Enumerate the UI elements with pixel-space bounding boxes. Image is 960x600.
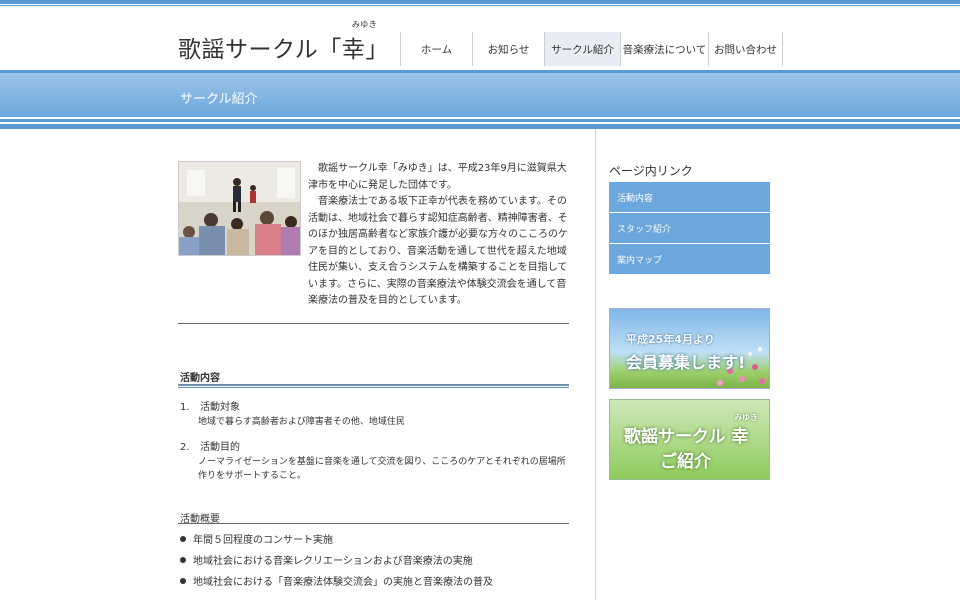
banner-circle-intro: ご紹介 xyxy=(660,452,711,472)
activity-item: 2. 活動目的 ノーマライゼーションを基盤に音楽を通して交流を図り、こころのケアと… xyxy=(180,441,570,483)
bullet-icon xyxy=(180,578,186,584)
nav-contact[interactable]: お問い合わせ xyxy=(708,32,783,66)
site-title-ruby: みゆき xyxy=(351,20,378,29)
top-stripe-thick xyxy=(0,0,960,4)
activity-item-number: 1. xyxy=(180,402,190,413)
circle-intro-banner[interactable]: みゆき 歌謡サークル 幸 ご紹介 xyxy=(609,399,770,480)
activity-item-head: 2. 活動目的 xyxy=(180,441,570,455)
concert-photo xyxy=(178,161,301,256)
sidebar-link-label: 案内マップ xyxy=(617,255,663,266)
nav-music-therapy[interactable]: 音楽療法について xyxy=(620,32,708,66)
concert-photo-image xyxy=(179,162,300,255)
band-bottom-line-thick xyxy=(0,124,960,129)
summary-item-text: 地域社会における音楽レクリエーションおよび音楽療法の実施 xyxy=(193,556,473,567)
member-recruit-banner[interactable]: 平成25年4月より 会員募集します! xyxy=(609,308,770,389)
banner-recruit-date: 平成25年4月より xyxy=(626,333,715,346)
activity-item-number: 2. xyxy=(180,442,190,453)
activity-item-head: 1. 活動対象 xyxy=(180,401,570,415)
intro-para-2: 音楽療法士である坂下正幸が代表を務めています。その活動は、地域社会で暮らす認知症… xyxy=(308,196,568,306)
activity-item-title: 活動対象 xyxy=(200,402,240,413)
summary-item: 地域社会における「音楽療法体験交流会」の実施と音楽療法の普及 xyxy=(180,576,580,590)
nav-circle-intro[interactable]: サークル紹介 xyxy=(544,32,620,66)
intro-para-1: 歌謡サークル幸「みゆき」は、平成23年9月に滋賀県大津市を中心に発足した団体です… xyxy=(308,163,567,191)
sidebar-link-label: スタッフ紹介 xyxy=(617,224,672,235)
activity-item-desc: 地域で暮らす高齢者および障害者その他、地域住民 xyxy=(198,417,405,427)
intro-text: 歌謡サークル幸「みゆき」は、平成23年9月に滋賀県大津市を中心に発足した団体です… xyxy=(308,161,570,310)
banner-circle-name: 歌謡サークル 幸 xyxy=(624,427,749,447)
activity-item: 1. 活動対象 地域で暮らす高齢者および障害者その他、地域住民 xyxy=(180,401,570,429)
column-divider xyxy=(595,129,596,600)
nav-news-label: お知らせ xyxy=(487,43,530,56)
activity-item-desc: ノーマライゼーションを基盤に音楽を通して交流を図り、こころのケアとそれぞれの居場… xyxy=(198,457,566,481)
summary-item: 地域社会における音楽レクリエーションおよび音楽療法の実施 xyxy=(180,555,580,569)
sidebar-link-activity[interactable]: 活動内容 xyxy=(609,182,770,213)
nav-circle-intro-label: サークル紹介 xyxy=(551,43,614,56)
banner-recruit-text: 会員募集します! xyxy=(626,353,746,372)
nav-contact-label: お問い合わせ xyxy=(714,43,777,56)
top-stripe xyxy=(0,0,960,8)
main-nav: ホーム お知らせ サークル紹介 音楽療法について お問い合わせ xyxy=(400,32,783,66)
nav-news[interactable]: お知らせ xyxy=(472,32,544,66)
bullet-icon xyxy=(180,557,186,563)
intro-divider xyxy=(178,323,569,324)
sidebar-link-map[interactable]: 案内マップ xyxy=(609,244,770,275)
sidebar-links: 活動内容 スタッフ紹介 案内マップ xyxy=(609,182,770,275)
sidebar-link-label: 活動内容 xyxy=(617,193,654,204)
site-logo[interactable]: 歌謡サークル「 みゆき幸」 xyxy=(178,20,389,64)
activity-list: 1. 活動対象 地域で暮らす高齢者および障害者その他、地域住民 2. 活動目的 ノー… xyxy=(180,401,570,495)
summary-item-text: 地域社会における「音楽療法体験交流会」の実施と音楽療法の普及 xyxy=(193,577,493,588)
site-title-close: 」 xyxy=(365,37,389,63)
activity-heading: 活動内容 xyxy=(180,373,220,384)
top-stripe-thin xyxy=(0,5,960,6)
site-title-main: 歌謡サークル「 xyxy=(178,37,342,63)
summary-heading-rule xyxy=(178,523,569,524)
summary-item-text: 年間５回程度のコンサート実施 xyxy=(193,535,333,546)
sidebar-title: ページ内リンク xyxy=(609,164,693,178)
nav-music-therapy-label: 音楽療法について xyxy=(622,43,707,56)
band-bottom-line xyxy=(0,119,960,122)
summary-item: 年間５回程度のコンサート実施 xyxy=(180,534,580,548)
page-title: サークル紹介 xyxy=(180,92,258,107)
site-title-kanji-wrap: みゆき幸 xyxy=(341,20,377,64)
nav-home[interactable]: ホーム xyxy=(400,32,472,66)
summary-list: 年間５回程度のコンサート実施 地域社会における音楽レクリエーションおよび音楽療法… xyxy=(180,534,580,597)
page-title-band xyxy=(0,73,960,117)
activity-item-title: 活動目的 xyxy=(200,442,240,453)
sidebar-link-staff[interactable]: スタッフ紹介 xyxy=(609,213,770,244)
activity-heading-rule-thin xyxy=(178,387,569,388)
activity-heading-rule xyxy=(178,384,569,386)
site-title-kanji: 幸 xyxy=(341,37,366,63)
header: 歌謡サークル「 みゆき幸」 ホーム お知らせ サークル紹介 音楽療法について お問… xyxy=(0,8,960,72)
nav-home-label: ホーム xyxy=(420,43,453,56)
bullet-icon xyxy=(180,536,186,542)
